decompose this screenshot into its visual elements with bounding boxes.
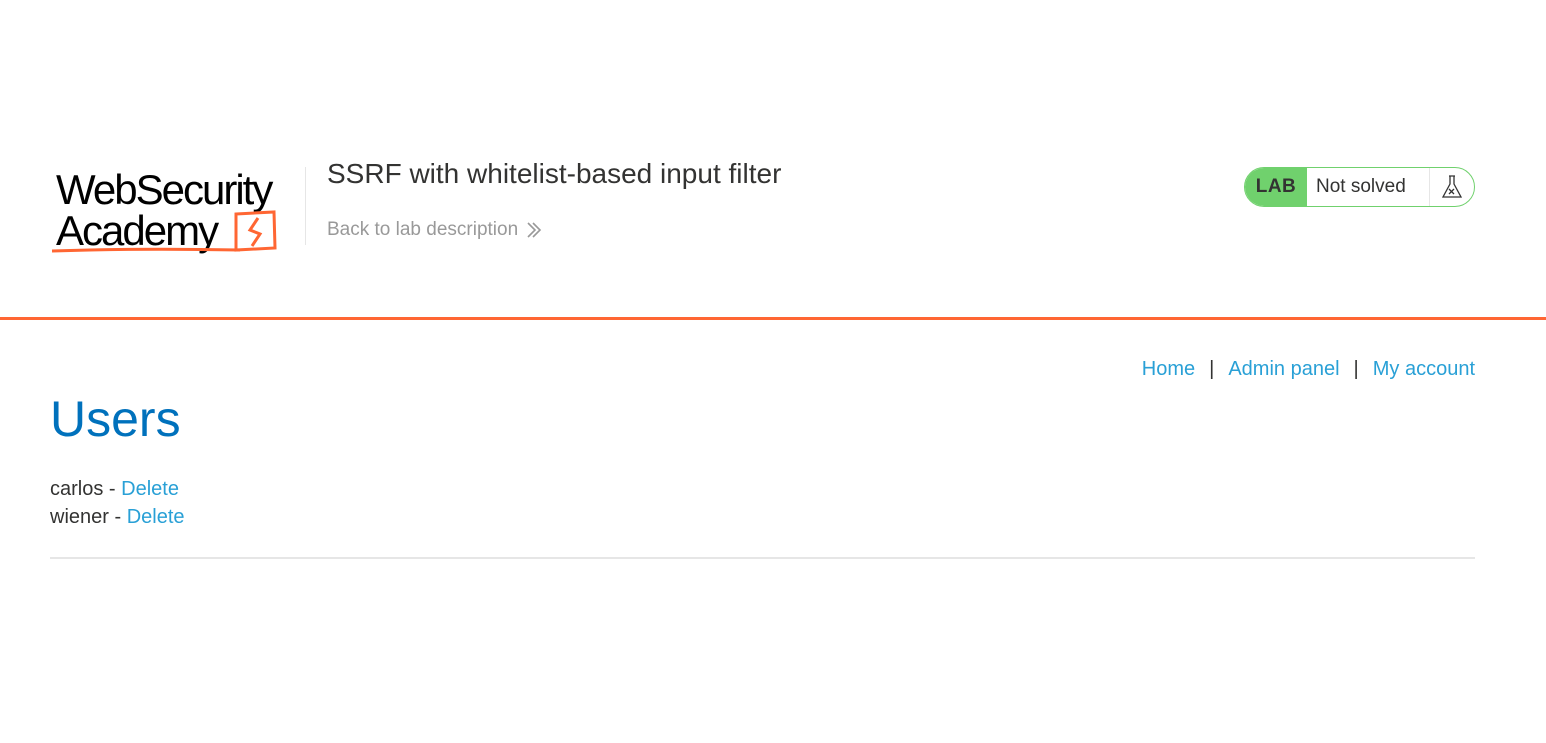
username: carlos (50, 478, 104, 500)
content-divider (50, 557, 1475, 559)
logo-bolt (247, 217, 263, 247)
page-title: Users (50, 391, 181, 447)
lab-status-widget: LAB Not solved (1244, 167, 1475, 207)
delete-wiener-link[interactable]: Delete (127, 506, 185, 528)
double-chevron-right-icon (526, 221, 542, 239)
user-separator: - (108, 506, 127, 528)
lab-status-tag: LAB (1245, 168, 1307, 206)
lab-title: SSRF with whitelist-based input filter (327, 158, 782, 189)
nav-separator: | (1209, 358, 1215, 380)
back-link-label: Back to lab description (327, 219, 519, 240)
logo-graphic: WebSecurity Academy (51, 166, 277, 254)
user-list: carlos - Delete wiener - Delete (50, 475, 185, 531)
logo-text-line1: WebSecurity (56, 166, 273, 213)
back-to-lab-description-link[interactable]: Back to lab description (327, 219, 542, 241)
delete-carlos-link[interactable]: Delete (121, 478, 179, 500)
user-row-wiener: wiener - Delete (50, 503, 185, 531)
top-navigation: Home | Admin panel | My account (1142, 358, 1475, 381)
web-security-academy-logo[interactable]: WebSecurity Academy (50, 160, 302, 256)
lab-status-text: Not solved (1307, 168, 1430, 206)
nav-separator: | (1353, 358, 1359, 380)
user-row-carlos: carlos - Delete (50, 475, 185, 503)
logo-divider (305, 167, 306, 245)
nav-admin-panel-link[interactable]: Admin panel (1228, 358, 1339, 381)
lab-header: WebSecurity Academy SSRF with whitelist-… (0, 0, 1546, 320)
nav-my-account-link[interactable]: My account (1373, 358, 1475, 381)
logo-text-line2: Academy (56, 207, 219, 254)
flask-icon (1430, 168, 1474, 206)
username: wiener (50, 506, 109, 528)
user-separator: - (103, 478, 122, 500)
logo-underline (51, 247, 241, 253)
nav-home-link[interactable]: Home (1142, 358, 1195, 381)
page: WebSecurity Academy SSRF with whitelist-… (0, 0, 1546, 743)
